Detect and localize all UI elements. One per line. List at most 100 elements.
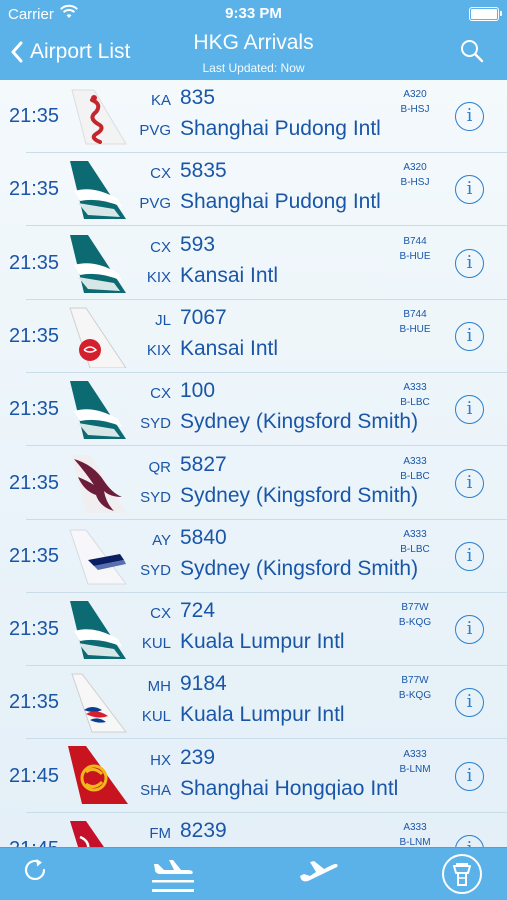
flight-list[interactable]: 21:35 KA 835 PVG Shanghai Pudong Intl A320 B-H…	[0, 80, 507, 847]
aircraft-type: B77W	[401, 675, 429, 687]
flight-row[interactable]: 21:35 CX 100 SYD Sydney (Kingsford Smith) A33…	[0, 373, 507, 447]
flight-time: 21:35	[9, 178, 60, 201]
qatar-tail-logo-icon	[72, 454, 126, 513]
flight-time: 21:35	[9, 398, 60, 421]
aircraft-registration: B-HSJ	[400, 104, 430, 115]
aircraft-registration: B-HUE	[399, 250, 431, 262]
flight-time: 21:35	[9, 324, 60, 347]
malaysia-tail-logo-icon	[71, 673, 128, 733]
origin-airport-name: Sydney (Kingsford Smith)	[180, 483, 419, 507]
info-icon[interactable]: i	[455, 615, 484, 645]
aircraft-type: A333	[403, 455, 427, 467]
flight-time: 21:35	[9, 105, 60, 127]
flight-row[interactable]: 21:35 AY 5840 SYD Sydney (Kingsford Smith) A3…	[0, 520, 507, 593]
tab-selected-indicator	[152, 889, 194, 892]
aircraft-type: A320	[403, 162, 427, 174]
flight-row[interactable]: 21:35 KA 835 PVG Shanghai Pudong Intl A320 B-H…	[0, 80, 507, 153]
aircraft-registration: B-LNM	[399, 763, 431, 775]
origin-airport-name: Sydney (Kingsford Smith)	[180, 556, 419, 580]
aircraft-type: A320	[403, 89, 427, 100]
flight-time: 21:45	[9, 838, 59, 847]
flight-row[interactable]: 21:45 HX 239 SHA Shanghai Hongqiao Intl A333 B…	[0, 740, 507, 813]
airline-code: CX	[150, 385, 171, 403]
departures-icon[interactable]	[296, 856, 340, 884]
search-icon[interactable]	[459, 38, 485, 64]
flight-number: 8239	[180, 819, 227, 842]
info-icon[interactable]: i	[455, 761, 484, 791]
flight-row[interactable]: 21:35 QR 5827 SYD Sydney (Kingsford Smith) A3…	[0, 447, 507, 520]
flight-row[interactable]: 21:45 FM 8239 A333 B-LNM i	[0, 813, 507, 847]
origin-airport-code: KUL	[141, 635, 171, 653]
arrivals-icon[interactable]	[150, 856, 196, 886]
aircraft-type: B77W	[401, 602, 429, 614]
aircraft-registration: B-HUE	[399, 323, 431, 335]
airline-code: CX	[150, 238, 171, 256]
airline-code: HX	[150, 751, 171, 769]
aircraft-type: A333	[403, 748, 427, 760]
info-icon[interactable]: i	[455, 688, 484, 718]
cathay-tail-logo-icon	[70, 601, 126, 660]
flight-time: 21:35	[9, 471, 60, 494]
shanghai-tail-logo-icon	[70, 821, 104, 847]
origin-airport-name: Shanghai Pudong Intl	[180, 190, 381, 214]
page-title: HKG Arrivals	[193, 31, 314, 54]
flight-row[interactable]: 21:35 JL 7067 KIX Kansai Intl B744 B-HUE i	[0, 300, 507, 373]
status-bar: Carrier 9:33 PM	[0, 0, 507, 28]
info-icon[interactable]: i	[455, 395, 484, 425]
origin-airport-name: Kuala Lumpur Intl	[180, 630, 345, 654]
aircraft-registration: B-LNM	[399, 837, 431, 847]
info-icon[interactable]: i	[455, 835, 484, 847]
hkairlines-tail-logo-icon	[68, 745, 128, 804]
battery-icon	[469, 7, 502, 21]
origin-airport-code: KUL	[141, 708, 171, 726]
tower-icon[interactable]	[441, 853, 483, 895]
finnair-tail-logo-icon	[69, 529, 127, 585]
flight-number: 593	[180, 232, 216, 256]
flight-number: 835	[180, 86, 216, 109]
aircraft-registration: B-LBC	[400, 470, 430, 482]
airline-code: CX	[150, 605, 171, 623]
origin-airport-name: Kuala Lumpur Intl	[180, 703, 345, 727]
origin-airport-name: Shanghai Hongqiao Intl	[180, 776, 399, 800]
aircraft-registration: B-KQG	[398, 690, 432, 702]
info-icon[interactable]: i	[455, 468, 484, 498]
flight-number: 9184	[180, 672, 227, 696]
flight-time: 21:35	[9, 618, 60, 641]
info-icon[interactable]: i	[455, 248, 484, 278]
origin-airport-code: SHA	[140, 781, 171, 799]
info-icon[interactable]: i	[455, 541, 484, 571]
aircraft-registration: B-HSJ	[400, 177, 430, 189]
flight-number: 239	[180, 745, 216, 769]
origin-airport-code: KIX	[146, 268, 171, 286]
airline-code: AY	[152, 531, 171, 549]
flight-row[interactable]: 21:35 CX 5835 PVG Shanghai Pudong Intl A320 B-…	[0, 153, 507, 227]
flight-time: 21:35	[9, 544, 60, 567]
origin-airport-name: Shanghai Pudong Intl	[180, 117, 381, 140]
cathay-tail-logo-icon	[70, 381, 126, 440]
aircraft-registration: B-KQG	[398, 617, 432, 629]
airline-code: KA	[150, 92, 171, 109]
origin-airport-name: Sydney (Kingsford Smith)	[180, 410, 419, 434]
jal-tail-logo-icon	[69, 307, 127, 368]
info-icon[interactable]: i	[455, 175, 484, 205]
origin-airport-code: SYD	[140, 415, 171, 433]
aircraft-type: A333	[403, 822, 427, 833]
flight-number: 5840	[180, 525, 227, 549]
refresh-icon[interactable]	[22, 856, 50, 884]
flight-time: 21:35	[9, 251, 60, 274]
flight-row[interactable]: 21:35 CX 593 KIX Kansai Intl B744 B-HUE i	[0, 227, 507, 300]
flight-number: 5835	[180, 159, 227, 183]
flight-row[interactable]: 21:35 CX 724 KUL Kuala Lumpur Intl B77W B-KQG i	[0, 593, 507, 667]
origin-airport-code: SYD	[140, 488, 171, 506]
dragonair-tail-logo-icon	[71, 89, 127, 145]
status-time: 9:33 PM	[225, 5, 282, 22]
info-icon[interactable]: i	[455, 321, 484, 351]
flight-number: 5827	[180, 452, 227, 476]
flight-row[interactable]: 21:35 MH 9184 KUL Kuala Lumpur Intl B77W B-KQG…	[0, 666, 507, 740]
origin-airport-code: PVG	[139, 122, 171, 139]
info-icon[interactable]: i	[455, 102, 484, 131]
aircraft-type: A333	[403, 528, 427, 540]
aircraft-type: B744	[403, 235, 427, 247]
origin-airport-code: KIX	[146, 341, 171, 359]
flight-time: 21:35	[9, 691, 60, 714]
